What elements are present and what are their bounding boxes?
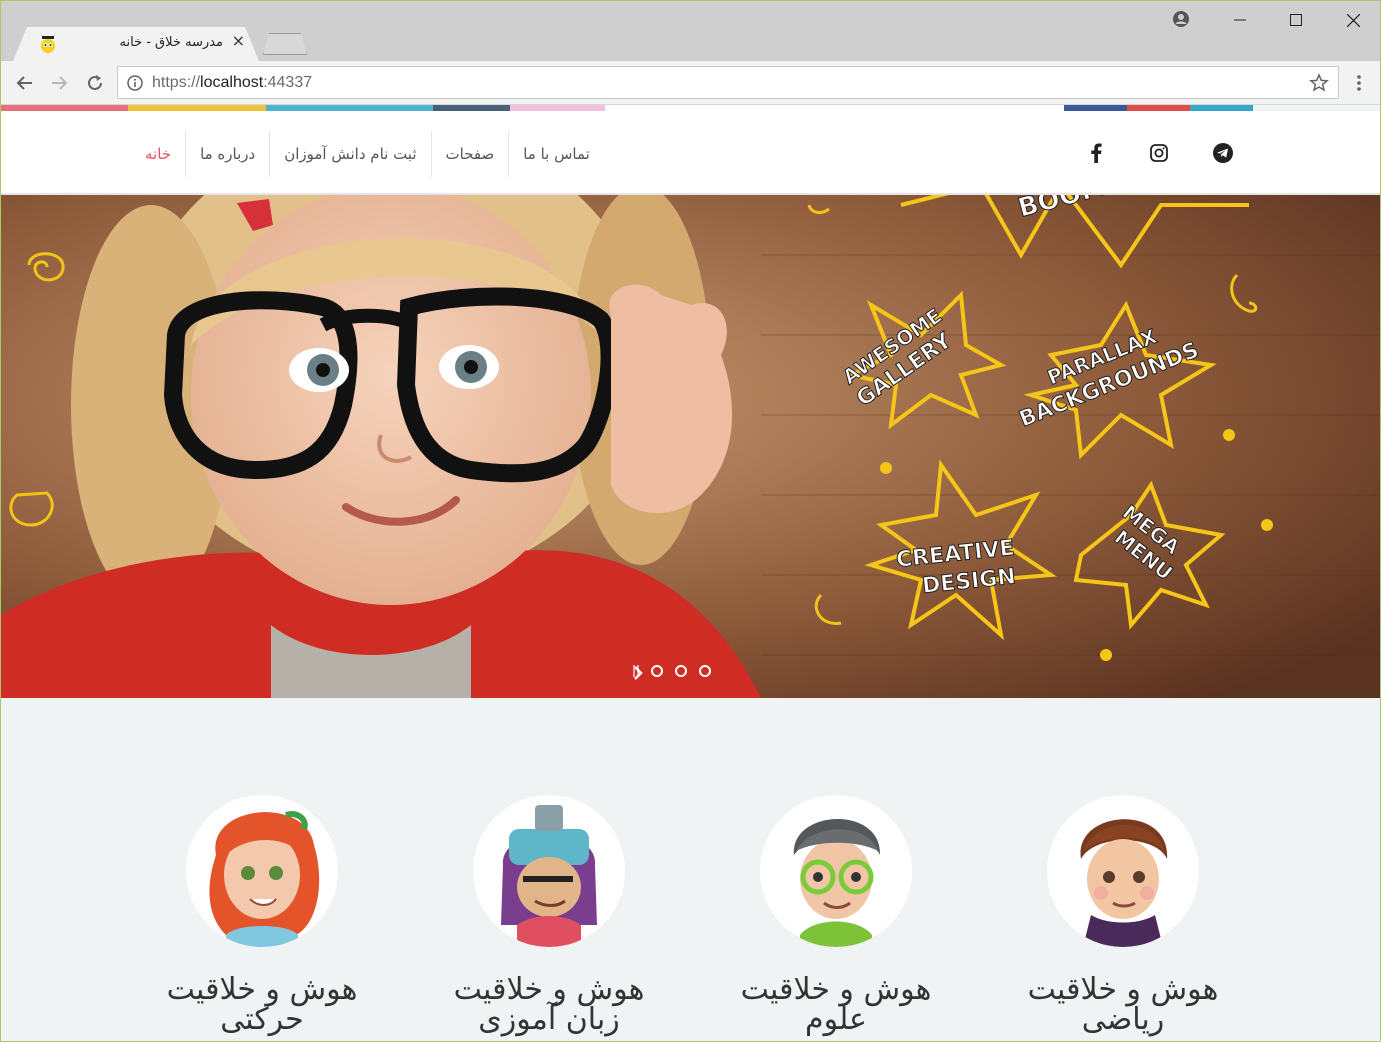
- telegram-icon[interactable]: [1211, 141, 1235, 165]
- minimize-button[interactable]: [1223, 7, 1257, 33]
- slider-dot-2[interactable]: [675, 665, 687, 677]
- close-icon: [1346, 13, 1360, 27]
- feature-title-line1: هوش و خلاقیت: [453, 972, 645, 1007]
- site-header: خانه درباره ما ثبت نام دانش آموزان صفحات…: [1, 111, 1380, 195]
- maximize-icon: [1290, 14, 1302, 26]
- feature-title-line1: هوش و خلاقیت: [1027, 972, 1219, 1007]
- feature-title-line2: زبان آموزی: [478, 1002, 620, 1037]
- feature-title-line1: هوش و خلاقیت: [740, 972, 932, 1007]
- hero-slider[interactable]: BOOM AWESOME GALLERY PARALLAX BACKGROUND…: [1, 195, 1380, 698]
- feature-language[interactable]: هوش و خلاقیت زبان آموزی: [434, 795, 664, 1035]
- feature-motor[interactable]: هوش و خلاقیت حرکتی: [147, 795, 377, 1035]
- avatar: [1047, 795, 1199, 947]
- account-icon[interactable]: [1171, 9, 1191, 29]
- feature-title-line2: علوم: [805, 1002, 867, 1037]
- star-icon[interactable]: [1309, 73, 1329, 93]
- avatar: [473, 795, 625, 947]
- menu-item-contact[interactable]: تماس با ما: [508, 131, 604, 177]
- minimize-icon: [1234, 19, 1246, 21]
- feature-title-line2: ریاضی: [1081, 1002, 1165, 1037]
- facebook-icon[interactable]: [1084, 141, 1108, 165]
- avatar: [186, 795, 338, 947]
- avatar: [760, 795, 912, 947]
- browser-menu-button[interactable]: [1349, 69, 1369, 97]
- slider-dot-1[interactable]: [651, 665, 663, 677]
- browser-window: مدرسه خلاق - خانه × https://localhost:44…: [0, 0, 1381, 1042]
- feature-math[interactable]: هوش و خلاقیت ریاضی: [1008, 795, 1238, 1035]
- new-tab-button[interactable]: [263, 33, 307, 55]
- browser-tab[interactable]: مدرسه خلاق - خانه ×: [13, 27, 259, 61]
- tab-close-icon[interactable]: ×: [232, 31, 245, 50]
- arrow-left-icon: [16, 76, 32, 90]
- instagram-icon[interactable]: [1147, 141, 1171, 165]
- reload-button[interactable]: [81, 69, 109, 97]
- reload-icon: [88, 75, 102, 90]
- feature-title-line2: حرکتی: [220, 1002, 304, 1037]
- maximize-button[interactable]: [1279, 7, 1313, 33]
- menu-item-registration[interactable]: ثبت نام دانش آموزان: [269, 131, 430, 177]
- browser-toolbar: https://localhost:44337: [1, 61, 1380, 105]
- url-text: https://localhost:44337: [152, 74, 313, 91]
- chevron-right-icon[interactable]: [633, 665, 643, 681]
- address-bar[interactable]: https://localhost:44337: [117, 66, 1339, 99]
- slider-dot-3[interactable]: [699, 665, 711, 677]
- close-window-button[interactable]: [1336, 7, 1370, 33]
- owl-favicon-icon: [41, 36, 55, 53]
- tab-title: مدرسه خلاق - خانه: [119, 35, 223, 50]
- slider-pagination: [633, 665, 711, 680]
- back-button[interactable]: [11, 69, 39, 97]
- menu-item-home[interactable]: خانه: [131, 131, 185, 177]
- hero-slide-image: BOOM AWESOME GALLERY PARALLAX BACKGROUND…: [1, 195, 1380, 698]
- forward-button[interactable]: [45, 69, 73, 97]
- arrow-right-icon: [52, 76, 68, 90]
- title-bar: مدرسه خلاق - خانه ×: [1, 1, 1380, 61]
- web-page: خانه درباره ما ثبت نام دانش آموزان صفحات…: [1, 105, 1380, 1041]
- feature-title-line1: هوش و خلاقیت: [166, 972, 358, 1007]
- main-menu: خانه درباره ما ثبت نام دانش آموزان صفحات…: [131, 131, 604, 177]
- feature-science[interactable]: هوش و خلاقیت علوم: [721, 795, 951, 1035]
- more-vertical-icon: [1357, 75, 1361, 91]
- menu-item-about[interactable]: درباره ما: [185, 131, 269, 177]
- menu-item-pages[interactable]: صفحات: [430, 131, 509, 177]
- info-icon[interactable]: [127, 75, 143, 91]
